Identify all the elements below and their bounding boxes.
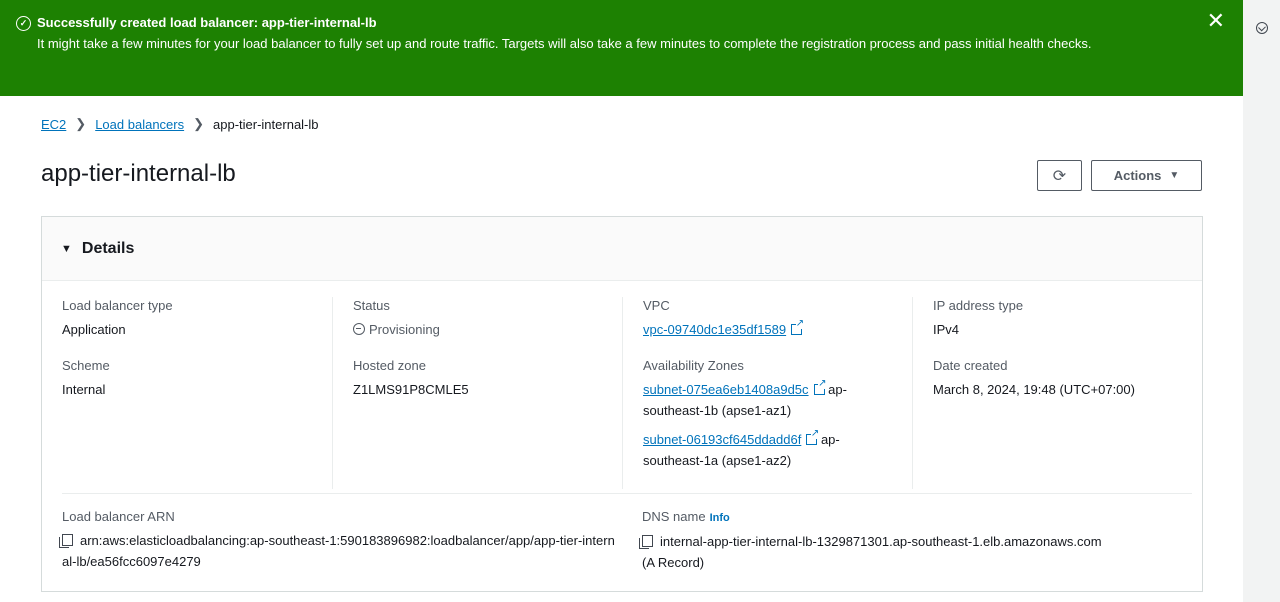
details-title: Details: [81, 239, 135, 257]
status-value: Provisioning: [369, 322, 440, 337]
field-label: IP address type: [933, 298, 1024, 313]
details-column-3: VPC vpc-09740dc1e35df1589 Availability Z…: [622, 297, 912, 489]
field-label: Load balancer type: [62, 298, 173, 313]
date-created-value: March 8, 2024, 19:48 (UTC+07:00): [933, 382, 1135, 397]
field-label: Scheme: [62, 358, 110, 373]
chevron-right-icon: ❯: [193, 116, 205, 131]
subnet-link[interactable]: subnet-075ea6eb1408a9d5c: [643, 382, 809, 397]
page-title: app-tier-internal-lb: [41, 160, 236, 187]
details-column-4: IP address type IPv4 Date created March …: [912, 297, 1202, 489]
pending-status-icon: [353, 323, 365, 335]
copy-icon[interactable]: [639, 535, 653, 549]
hosted-zone-value: Z1LMS91P8CMLE5: [353, 382, 469, 397]
breadcrumb-current: app-tier-internal-lb: [213, 116, 319, 132]
external-link-icon[interactable]: [806, 429, 820, 445]
dns-record-type: (A Record): [642, 555, 705, 570]
external-link-icon[interactable]: [791, 319, 805, 335]
field-label: DNS name: [642, 509, 706, 524]
arn-field: Load balancer ARN arn:aws:elasticloadbal…: [59, 508, 622, 572]
info-link[interactable]: Info: [710, 512, 730, 524]
actions-button[interactable]: Actions ▼: [1091, 160, 1202, 191]
field-label: Hosted zone: [353, 358, 426, 373]
availability-zone-item: subnet-075ea6eb1408a9d5c ap-southeast-1b…: [643, 379, 893, 421]
main-content: EC2 ❯ Load balancers ❯ app-tier-internal…: [0, 96, 1243, 602]
field-label: VPC: [643, 298, 670, 313]
field-label: Status: [353, 298, 390, 313]
field-label: Load balancer ARN: [62, 509, 175, 524]
arn-value: arn:aws:elasticloadbalancing:ap-southeas…: [62, 533, 615, 569]
refresh-button[interactable]: ⟳: [1037, 160, 1082, 191]
details-panel: ▼ Details Load balancer type Application…: [41, 216, 1203, 592]
close-icon[interactable]: ✕: [1207, 10, 1225, 32]
dns-field: DNS name Info internal-app-tier-internal-…: [639, 508, 1192, 573]
load-balancer-type-value: Application: [62, 322, 126, 337]
refresh-icon: ⟳: [1052, 167, 1067, 185]
dns-value: internal-app-tier-internal-lb-1329871301…: [660, 534, 1102, 549]
field-label: Date created: [933, 358, 1008, 373]
actions-label: Actions: [1113, 168, 1162, 183]
flash-title: Successfully created load balancer: app-…: [37, 15, 377, 30]
breadcrumb-ec2[interactable]: EC2: [41, 117, 66, 132]
field-label: Availability Zones: [643, 358, 744, 373]
external-link-icon[interactable]: [813, 379, 827, 395]
breadcrumb-load-balancers[interactable]: Load balancers: [95, 117, 184, 132]
notification-icon[interactable]: [1256, 22, 1268, 34]
details-column-1: Load balancer type Application Scheme In…: [62, 297, 332, 489]
subnet-link[interactable]: subnet-06193cf645ddadd6f: [643, 432, 801, 447]
caret-down-icon: ▼: [1169, 170, 1180, 181]
success-flashbar: ✓ Successfully created load balancer: ap…: [0, 0, 1243, 96]
availability-zone-item: subnet-06193cf645ddadd6f ap-southeast-1a…: [643, 429, 893, 471]
details-header[interactable]: ▼ Details: [42, 217, 1202, 281]
scheme-value: Internal: [62, 382, 106, 397]
details-column-2: Status Provisioning Hosted zone Z1LMS91P…: [332, 297, 622, 489]
ip-address-type-value: IPv4: [933, 322, 960, 337]
breadcrumb: EC2 ❯ Load balancers ❯ app-tier-internal…: [41, 116, 319, 132]
vpc-link[interactable]: vpc-09740dc1e35df1589: [643, 322, 786, 337]
chevron-right-icon: ❯: [75, 116, 87, 131]
flash-message: It might take a few minutes for your loa…: [37, 36, 1092, 51]
copy-icon[interactable]: [59, 534, 73, 548]
success-check-icon: ✓: [16, 15, 31, 31]
collapse-triangle-icon: ▼: [61, 242, 72, 255]
